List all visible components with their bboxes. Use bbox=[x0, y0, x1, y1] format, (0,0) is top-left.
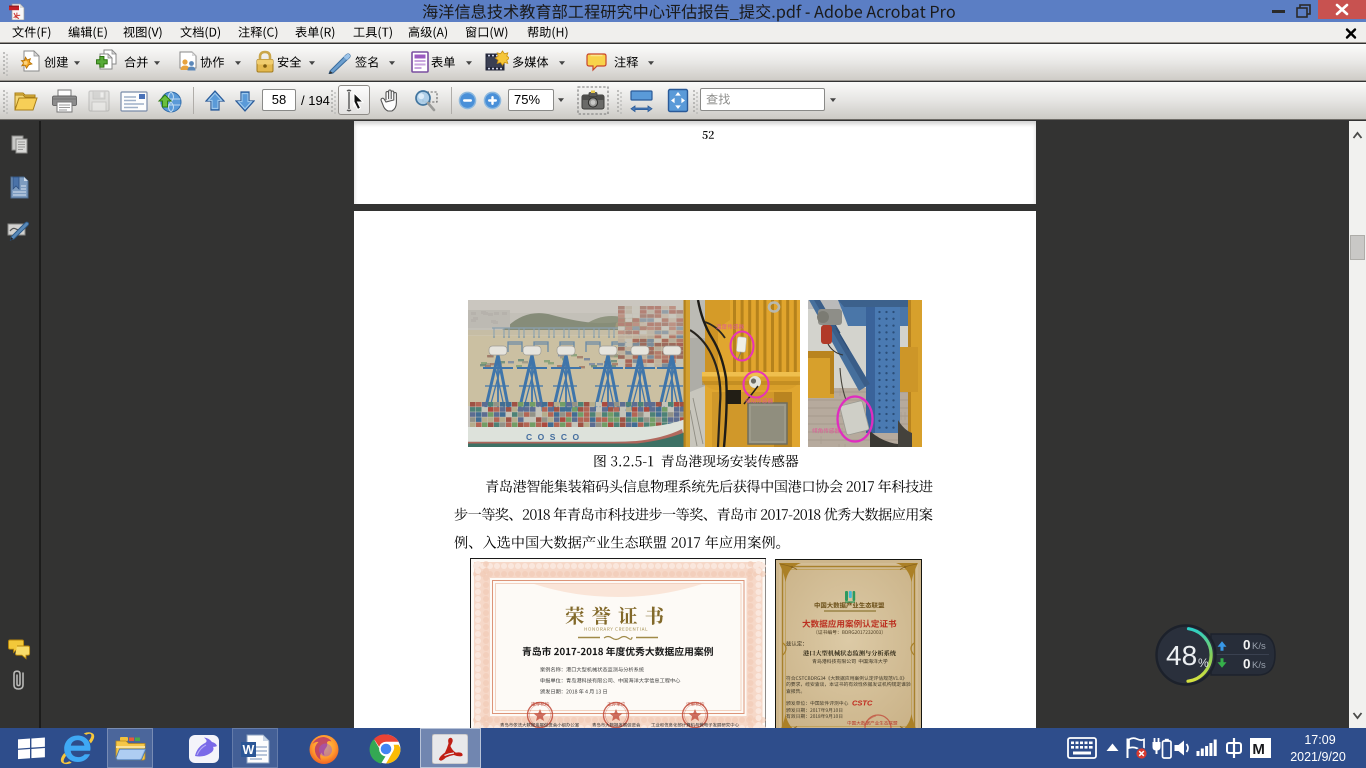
svg-text:48: 48 bbox=[1166, 640, 1197, 671]
svg-text:%: % bbox=[1198, 656, 1209, 670]
svg-text:K/s: K/s bbox=[1252, 660, 1266, 671]
svg-text:0: 0 bbox=[1243, 657, 1251, 672]
svg-text:0: 0 bbox=[1243, 638, 1251, 653]
svg-text:K/s: K/s bbox=[1252, 641, 1266, 652]
svg-text:W: W bbox=[243, 743, 255, 757]
svg-text:M: M bbox=[1252, 741, 1265, 758]
